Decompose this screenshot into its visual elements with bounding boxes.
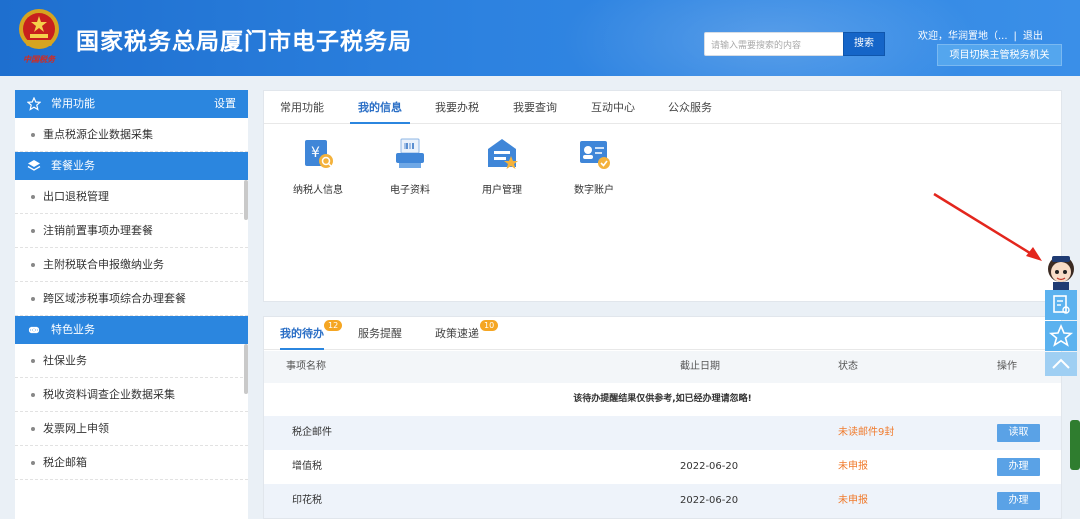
column-header: 操作	[997, 361, 1017, 372]
emblem-caption: 中国税务	[23, 55, 55, 64]
sidebar-special-list: 社保业务 税收资料调查企业数据采集 发票网上申领 税企邮箱	[15, 344, 248, 480]
float-favorite-button[interactable]	[1045, 321, 1077, 351]
item-name: 税企邮件	[292, 427, 332, 438]
sidebar-item[interactable]: 重点税源企业数据采集	[15, 118, 248, 152]
sidebar-section-package[interactable]: 套餐业务	[15, 152, 248, 180]
sidebar-item[interactable]: 税企邮箱	[15, 446, 248, 480]
sidebar-package-list: 出口退税管理 注销前置事项办理套餐 主附税联合申报缴纳业务 跨区域涉税事项综合办…	[15, 180, 248, 316]
table-row: 印花税 2022-06-20 未申报 办理	[264, 484, 1061, 518]
user-management-icon	[488, 139, 518, 169]
sidebar: 常用功能 设置 重点税源企业数据采集 套餐业务 出口退税管理 注销前置事项办理套…	[15, 90, 248, 519]
tile-digital-account[interactable]: 数字账户	[554, 137, 634, 196]
switch-tax-authority-button[interactable]: 项目切换主管税务机关	[937, 44, 1062, 66]
welcome-area: 欢迎，华润置地（... | 退出	[918, 27, 1043, 42]
layers-icon	[27, 160, 41, 171]
main-tabs: 常用功能 我的信息 我要办税 我要查询 互动中心 公众服务	[264, 91, 1061, 124]
column-header: 截止日期	[680, 361, 720, 372]
handle-button[interactable]: 办理	[997, 458, 1040, 476]
sidebar-item[interactable]: 社保业务	[15, 344, 248, 378]
table-row: 增值税 2022-06-20 未申报 办理	[264, 450, 1061, 484]
tab-service-reminder[interactable]: 服务提醒	[358, 317, 402, 350]
item-name: 增值税	[292, 461, 322, 472]
tile-user-management[interactable]: 用户管理	[462, 137, 542, 196]
welcome-text: 欢迎，华润置地（...	[918, 31, 1008, 42]
todo-tabs: 我的待办 12 服务提醒 政策速递 10	[264, 317, 1061, 350]
handle-button[interactable]: 办理	[997, 492, 1040, 510]
sidebar-section-special[interactable]: 特色业务	[15, 316, 248, 344]
item-name: 印花税	[292, 495, 322, 506]
item-status: 未申报	[838, 495, 868, 506]
column-header: 事项名称	[286, 361, 326, 372]
item-status: 未申报	[838, 461, 868, 472]
todo-count-badge: 12	[324, 320, 343, 331]
tab-my-todo[interactable]: 我的待办	[280, 317, 324, 350]
sidebar-scrollbar[interactable]	[244, 344, 248, 394]
sidebar-section-title: 特色业务	[51, 323, 95, 336]
welcome-separator: |	[1013, 31, 1017, 42]
electronic-docs-icon	[396, 138, 424, 168]
sidebar-section-common[interactable]: 常用功能 设置	[15, 90, 248, 118]
sidebar-item[interactable]: 注销前置事项办理套餐	[15, 214, 248, 248]
sidebar-settings-link[interactable]: 设置	[214, 90, 236, 118]
document-icon	[1053, 295, 1070, 314]
sidebar-item[interactable]: 出口退税管理	[15, 180, 248, 214]
item-deadline: 2022-06-20	[680, 495, 739, 506]
todo-panel: 我的待办 12 服务提醒 政策速递 10 事项名称 截止日期 状态 操作 该待办…	[263, 316, 1062, 519]
header-bar: 中国税务 国家税务总局厦门市电子税务局 请输入需要搜索的内容 搜索 欢迎，华润置…	[0, 0, 1080, 76]
red-arrow-annotation	[933, 192, 1042, 261]
sidebar-item[interactable]: 主附税联合申报缴纳业务	[15, 248, 248, 282]
sidebar-item[interactable]: 发票网上申领	[15, 412, 248, 446]
assistant-avatar-icon[interactable]	[1044, 254, 1078, 290]
search-input[interactable]: 请输入需要搜索的内容	[704, 32, 844, 56]
star-outline-icon	[1048, 323, 1074, 347]
read-button[interactable]: 读取	[997, 424, 1040, 442]
tab-interaction[interactable]: 互动中心	[591, 91, 635, 124]
item-status: 未读邮件9封	[838, 427, 895, 438]
todo-table-header: 事项名称 截止日期 状态 操作	[264, 351, 1061, 383]
sidebar-scrollbar[interactable]	[244, 180, 248, 220]
tile-electronic-docs[interactable]: 电子资料	[370, 137, 450, 196]
tab-common[interactable]: 常用功能	[280, 91, 324, 124]
page-scrollbar[interactable]	[1070, 420, 1080, 470]
star-icon	[27, 97, 41, 111]
float-back-to-top-button[interactable]	[1045, 352, 1077, 376]
tile-label: 数字账户	[574, 185, 614, 196]
policy-count-badge: 10	[480, 320, 499, 331]
tile-label: 用户管理	[482, 185, 522, 196]
table-row: 税企邮件 未读邮件9封 读取	[264, 416, 1061, 450]
item-deadline: 2022-06-20	[680, 461, 739, 472]
todo-notice: 该待办提醒结果仅供参考,如已经办理请忽略!	[573, 394, 752, 404]
sidebar-section-title: 套餐业务	[51, 159, 95, 172]
tile-label: 电子资料	[390, 185, 430, 196]
digital-account-icon	[580, 141, 610, 169]
tab-my-info[interactable]: 我的信息	[350, 91, 410, 124]
site-title: 国家税务总局厦门市电子税务局	[76, 29, 412, 55]
tab-public-service[interactable]: 公众服务	[668, 91, 712, 124]
tile-label: 纳税人信息	[293, 185, 343, 196]
sidebar-section-title: 常用功能	[51, 97, 95, 110]
column-header: 状态	[838, 361, 858, 372]
svg-text:¥: ¥	[311, 145, 320, 161]
tile-taxpayer-info[interactable]: ¥ 纳税人信息	[278, 137, 358, 196]
chevron-up-icon	[1052, 358, 1070, 369]
float-document-button[interactable]	[1045, 290, 1077, 320]
sidebar-item[interactable]: 跨区域涉税事项综合办理套餐	[15, 282, 248, 316]
sidebar-item[interactable]: 税收资料调查企业数据采集	[15, 378, 248, 412]
tab-handle-tax[interactable]: 我要办税	[435, 91, 479, 124]
taxpayer-info-icon: ¥	[305, 140, 333, 168]
logout-link[interactable]: 退出	[1023, 31, 1043, 42]
tab-query[interactable]: 我要查询	[513, 91, 557, 124]
command-icon	[28, 326, 40, 334]
search-button[interactable]: 搜索	[843, 32, 885, 56]
tab-policy-express[interactable]: 政策速递	[435, 317, 479, 350]
